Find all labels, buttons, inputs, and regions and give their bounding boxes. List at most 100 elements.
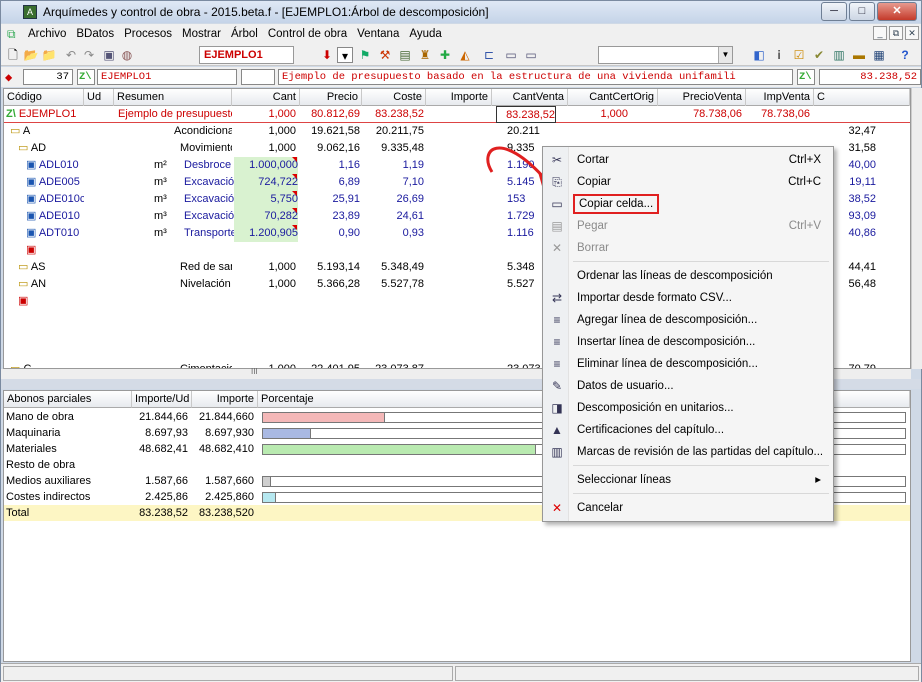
mdi-restore-icon[interactable]: ⧉	[889, 26, 903, 40]
grid-icon[interactable]: ▦	[871, 47, 887, 63]
new-line-icon[interactable]: ▣	[18, 293, 38, 310]
ctx-item-seleccionar-líneas[interactable]: Seleccionar líneas ▸	[543, 469, 833, 491]
price-icon[interactable]: ✚	[437, 47, 453, 63]
ctx-item-cancelar[interactable]: ✕ Cancelar	[543, 497, 833, 519]
row-coste: 20.211,75	[375, 125, 424, 137]
insert-line-icon: ≡	[553, 335, 561, 349]
col-precioventa[interactable]: PrecioVenta	[658, 89, 746, 106]
cost-name: Medios auxiliares	[6, 475, 91, 487]
col-cant[interactable]: Cant	[232, 89, 300, 106]
menu-arbol[interactable]: Árbol	[226, 28, 263, 40]
certify-icon[interactable]: ✔	[811, 47, 827, 63]
document-menu-icon[interactable]: ⧉	[7, 27, 23, 42]
redo-icon[interactable]: ↷	[81, 47, 97, 63]
database-icon[interactable]: ◍	[119, 47, 135, 63]
arrow-down-red-icon[interactable]: ⬇	[319, 47, 335, 63]
col-abonos[interactable]: Abonos parciales	[4, 391, 132, 408]
mdi-close-icon[interactable]: ✕	[905, 26, 919, 40]
window-cascade-icon[interactable]: ▭	[523, 47, 539, 63]
ctx-item-descomposición-en-unitarios[interactable]: ◨ Descomposición en unitarios...	[543, 397, 833, 419]
col-importe-ud[interactable]: Importe/Ud	[132, 391, 192, 408]
cost-amount: 48.682,410	[198, 443, 254, 455]
row-cant: 1,000	[268, 108, 296, 120]
row-summary: Excavación en pozo:	[184, 210, 234, 222]
col-cantcertorig[interactable]: CantCertOrig	[568, 89, 658, 106]
ctx-item-importar-desde-formato-csv[interactable]: ⇄ Importar desde formato CSV...	[543, 287, 833, 309]
menu-archivo[interactable]: Archivo	[23, 28, 71, 40]
report-icon[interactable]: ◧	[751, 47, 767, 63]
col-resumen[interactable]: Resumen	[114, 89, 232, 106]
open-recent-icon[interactable]: 📁	[41, 47, 57, 63]
scroll-grip[interactable]: III	[251, 367, 258, 376]
view-selector[interactable]: ▼	[598, 46, 733, 64]
ctx-item-agregar-línea-de-descomposición[interactable]: ≡ Agregar línea de descomposición...	[543, 309, 833, 331]
maximize-button[interactable]: □	[849, 2, 875, 21]
ctx-item-cortar[interactable]: ✂ Cortar Ctrl+X	[543, 149, 833, 171]
ctx-item-ordenar-las-líneas-de-descomposición[interactable]: Ordenar las líneas de descomposición	[543, 265, 833, 287]
tree-edit-icon[interactable]: ⚒	[377, 47, 393, 63]
decompose-icon: ◨	[551, 401, 563, 415]
save-icon[interactable]: ▣	[101, 47, 117, 63]
menu-ventana[interactable]: Ventana	[352, 28, 404, 40]
ctx-item-copiar-celda[interactable]: ▭ Copiar celda...	[543, 193, 833, 215]
row-code: ▣ ADE010c	[26, 193, 84, 205]
undo-icon[interactable]: ↶	[63, 47, 79, 63]
col-importe[interactable]: Importe	[192, 391, 258, 408]
minimize-button[interactable]: ─	[821, 2, 847, 21]
col-precio[interactable]: Precio	[300, 89, 362, 106]
col-codigo[interactable]: Código	[4, 89, 84, 106]
ctx-item-insertar-línea-de-descomposición[interactable]: ≡ Insertar línea de descomposición...	[543, 331, 833, 353]
ctx-item-eliminar-línea-de-descomposición[interactable]: ≡ Eliminar línea de descomposición...	[543, 353, 833, 375]
ruler-icon[interactable]: ▬	[851, 47, 867, 63]
dropdown-arrow-icon[interactable]: ▾	[337, 47, 353, 63]
chart-icon[interactable]: ◭	[457, 47, 473, 63]
table-row[interactable]: ▭ A Acondicionamiento del 1,000 19.621,5…	[4, 123, 910, 140]
row-ud: m³	[154, 227, 167, 239]
help-icon[interactable]: ?	[897, 47, 913, 63]
col-importe[interactable]: Importe	[426, 89, 492, 106]
ctx-item-datos-de-usuario[interactable]: ✎ Datos de usuario...	[543, 375, 833, 397]
table-row[interactable]: Z\ EJEMPLO1 Ejemplo de presupuesto 1,000…	[4, 106, 910, 123]
row-importe: 23.073	[507, 363, 541, 369]
budget-selector[interactable]: EJEMPLO1	[199, 46, 294, 64]
menu-separator	[573, 465, 829, 466]
percentage-bar	[262, 476, 271, 487]
row-cant: 5,750	[234, 191, 298, 208]
menu-procesos[interactable]: Procesos	[119, 28, 177, 40]
ctx-item-label: Pegar	[577, 220, 608, 232]
menu-mostrar[interactable]: Mostrar	[177, 28, 226, 40]
row-impventa: 40,00	[848, 159, 876, 171]
info-icon[interactable]: ⅰ	[771, 47, 787, 63]
menu-bdatos[interactable]: BDatos	[71, 28, 119, 40]
open-folder-icon[interactable]: 📂	[23, 47, 39, 63]
current-description: Ejemplo de presupuesto basado en la estr…	[278, 69, 793, 85]
close-button[interactable]: ✕	[877, 2, 917, 21]
col-c[interactable]: C	[814, 89, 910, 106]
row-summary: Acondicionamiento del	[174, 125, 232, 137]
filter-icon[interactable]: ⊏	[481, 47, 497, 63]
tree-list-icon[interactable]: ▤	[397, 47, 413, 63]
col-coste[interactable]: Coste	[362, 89, 426, 106]
book-icon[interactable]: ▥	[831, 47, 847, 63]
col-cantventa[interactable]: CantVenta	[492, 89, 568, 106]
window-tile-icon[interactable]: ▭	[503, 47, 519, 63]
menu-control-de-obra[interactable]: Control de obra	[263, 28, 352, 40]
tree-view-icon[interactable]: ⚑	[357, 47, 373, 63]
grid-vertical-scrollbar[interactable]	[911, 88, 922, 369]
ctx-item-label: Borrar	[577, 242, 609, 254]
current-total: 83.238,52	[819, 69, 921, 85]
menu-ayuda[interactable]: Ayuda	[404, 28, 446, 40]
ctx-item-marcas-de-revisión-de-las-partidas-del-capítulo[interactable]: ▥ Marcas de revisión de las partidas del …	[543, 441, 833, 463]
mdi-minimize-icon[interactable]: _	[873, 26, 887, 40]
row-precio: 6,89	[338, 176, 360, 188]
col-ud[interactable]: Ud	[84, 89, 114, 106]
row-summary: Nivelación	[180, 278, 231, 290]
ctx-item-copiar[interactable]: ⎘ Copiar Ctrl+C	[543, 171, 833, 193]
measure-icon[interactable]: ♜	[417, 47, 433, 63]
col-impventa[interactable]: ImpVenta	[746, 89, 814, 106]
toolbar: 🗋 📂 📁 ↶ ↷ ▣ ◍ EJEMPLO1 ⬇ ▾ ⚑ ⚒ ▤ ♜ ✚ ◭ ⊏…	[1, 44, 921, 66]
new-file-icon[interactable]: 🗋	[5, 47, 21, 63]
ctx-item-certificaciones-del-capítulo[interactable]: ▲ Certificaciones del capítulo...	[543, 419, 833, 441]
check-icon[interactable]: ☑	[791, 47, 807, 63]
new-line-icon[interactable]: ▣	[26, 242, 46, 259]
